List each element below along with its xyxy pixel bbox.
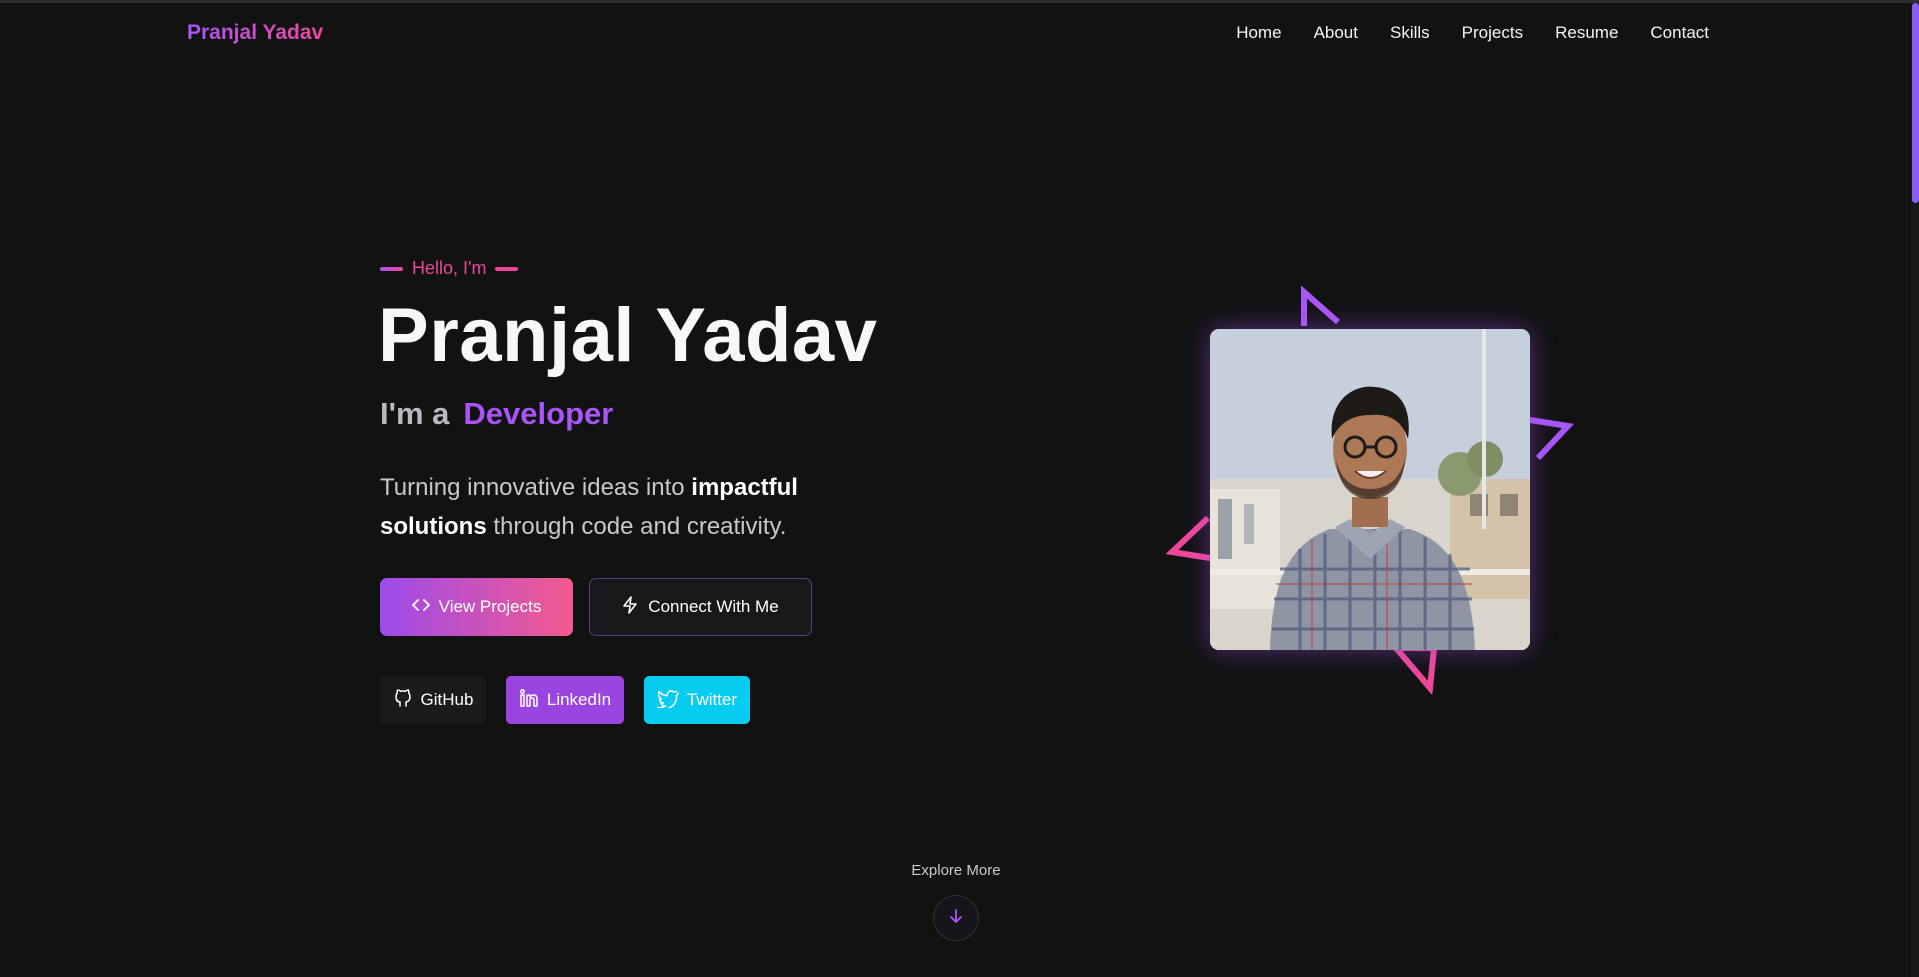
role-prefix: I'm a: [380, 396, 450, 431]
twitter-label: Twitter: [686, 690, 738, 709]
linkedin-icon: [519, 688, 539, 713]
nav-links: Home About Skills Projects Resume Contac…: [1236, 23, 1709, 43]
nav-item-home[interactable]: Home: [1236, 23, 1281, 43]
description-part-1: Turning innovative ideas into: [380, 474, 692, 501]
navbar: Pranjal Yadav Home About Skills Projects…: [0, 3, 1900, 63]
nav-item-resume[interactable]: Resume: [1555, 23, 1618, 43]
description-part-2: through code and creativity.: [486, 513, 787, 540]
scrollbar-thumb[interactable]: [1912, 3, 1919, 203]
page: Pranjal Yadav Home About Skills Projects…: [0, 0, 1919, 977]
nav-item-projects[interactable]: Projects: [1462, 23, 1523, 43]
twitter-icon: [657, 688, 680, 713]
decorative-triangle-top: [1301, 286, 1340, 326]
hero-name: Pranjal Yadav: [378, 293, 878, 378]
greeting-line-right: [495, 266, 519, 271]
hero-description: Turning innovative ideas into impactful …: [380, 468, 860, 546]
brand-logo[interactable]: Pranjal Yadav: [187, 21, 323, 45]
linkedin-button[interactable]: LinkedIn: [506, 676, 624, 724]
greeting-line-left: [380, 266, 403, 271]
hero-role: I'm a Developer: [380, 396, 613, 432]
greeting-text: Hello, I'm: [412, 258, 487, 278]
github-icon: [393, 688, 413, 713]
view-projects-label: View Projects: [438, 597, 542, 616]
lightning-icon: [622, 595, 638, 619]
role-highlight: Developer: [463, 396, 614, 431]
nav-item-about[interactable]: About: [1314, 23, 1358, 43]
twitter-button[interactable]: Twitter: [644, 676, 750, 724]
github-label: GitHub: [420, 690, 474, 709]
profile-photo-illustration: [1210, 329, 1530, 650]
nav-item-skills[interactable]: Skills: [1390, 23, 1430, 43]
linkedin-label: LinkedIn: [546, 690, 612, 709]
view-projects-button[interactable]: View Projects: [380, 578, 573, 636]
github-button[interactable]: GitHub: [380, 676, 486, 724]
profile-photo: [1210, 329, 1530, 650]
connect-label: Connect With Me: [648, 597, 779, 616]
arrow-down-icon: [948, 908, 964, 929]
decorative-triangle-left: [1166, 515, 1211, 561]
scroll-down-button[interactable]: [933, 895, 979, 941]
explore-more-label: Explore More: [911, 862, 1001, 879]
code-icon: [411, 597, 430, 617]
greeting: Hello, I'm: [380, 258, 519, 279]
connect-button[interactable]: Connect With Me: [589, 578, 812, 636]
nav-item-contact[interactable]: Contact: [1650, 23, 1709, 43]
